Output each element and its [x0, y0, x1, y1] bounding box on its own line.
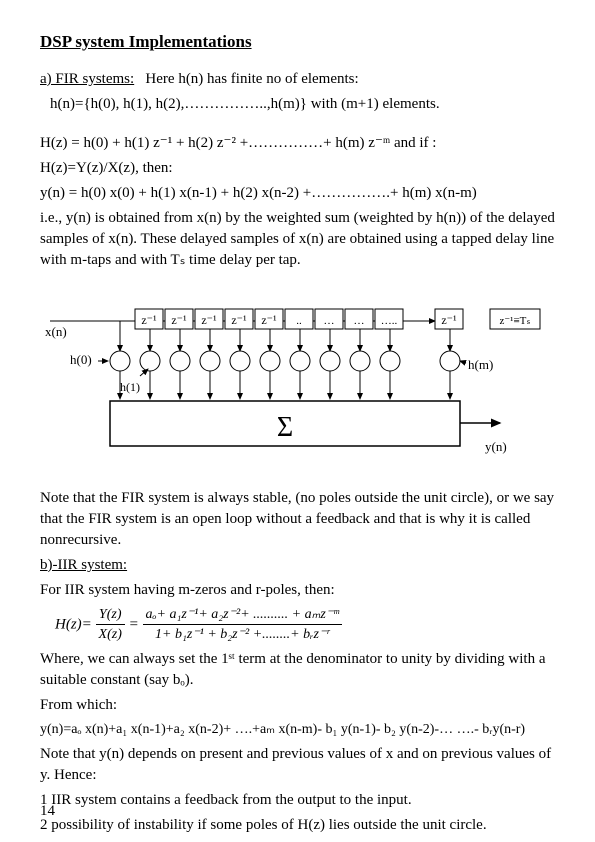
iir-note: Note that y(n) depends on present and pr…: [40, 744, 555, 786]
svg-text:h(0): h(0): [70, 352, 92, 367]
fir-intro: Here h(n) has finite no of elements:: [145, 71, 358, 87]
svg-text:z⁻¹: z⁻¹: [141, 313, 157, 327]
iir-from: From which:: [40, 695, 555, 716]
fir-hz1: H(z) = h(0) + h(1) z⁻¹ + h(2) z⁻² +………………: [40, 133, 555, 154]
fir-heading-line: a) FIR systems: Here h(n) has finite no …: [40, 69, 555, 90]
delay-boxes: z⁻¹ z⁻¹ z⁻¹ z⁻¹ z⁻¹ .. … … ….. z⁻¹: [135, 309, 463, 329]
page-number: 14: [40, 801, 55, 822]
svg-text:z⁻¹≡Tₛ: z⁻¹≡Tₛ: [499, 315, 530, 327]
svg-text:..: ..: [296, 315, 302, 327]
svg-text:Σ: Σ: [277, 412, 293, 443]
iir-hz-formula: H(z)= Y(z) X(z) = aₒ+ a₁z⁻¹+ a₂z⁻²+ ....…: [55, 605, 555, 645]
svg-text:…: …: [354, 315, 365, 327]
fir-hn: h(n)={h(0), h(1), h(2),……………..,h(m)} wit…: [50, 94, 555, 115]
svg-text:h(1): h(1): [120, 380, 140, 394]
svg-text:…..: …..: [381, 315, 398, 327]
iir-pt1: 1 IIR system contains a feedback from th…: [40, 790, 555, 811]
taps: [110, 321, 460, 399]
svg-text:y(n): y(n): [485, 439, 507, 454]
fir-diagram: z⁻¹ z⁻¹ z⁻¹ z⁻¹ z⁻¹ .. … … ….. z⁻¹ z⁻¹≡T…: [40, 291, 555, 468]
iir-pt2: 2 possibility of instability if some pol…: [40, 815, 555, 836]
svg-text:z⁻¹: z⁻¹: [231, 313, 247, 327]
iir-where: Where, we can always set the 1ˢᵗ term at…: [40, 649, 555, 691]
svg-text:h(m): h(m): [468, 357, 493, 372]
fir-explain: i.e., y(n) is obtained from x(n) by the …: [40, 208, 555, 271]
iir-heading: b)-IIR system:: [40, 555, 555, 576]
svg-text:z⁻¹: z⁻¹: [171, 313, 187, 327]
page-title: DSP system Implementations: [40, 30, 555, 54]
svg-text:z⁻¹: z⁻¹: [441, 313, 457, 327]
iir-intro: For IIR system having m-zeros and r-pole…: [40, 580, 555, 601]
svg-text:z⁻¹: z⁻¹: [261, 313, 277, 327]
fir-hz2: H(z)=Y(z)/X(z), then:: [40, 158, 555, 179]
svg-text:x(n): x(n): [45, 324, 67, 339]
iir-yn: y(n)=aₒ x(n)+a₁ x(n-1)+a₂ x(n-2)+ ….+aₘ …: [40, 720, 555, 740]
fir-yn: y(n) = h(0) x(0) + h(1) x(n-1) + h(2) x(…: [40, 183, 555, 204]
fir-heading: a) FIR systems:: [40, 71, 134, 87]
fir-note: Note that the FIR system is always stabl…: [40, 488, 555, 551]
svg-text:…: …: [324, 315, 335, 327]
svg-text:z⁻¹: z⁻¹: [201, 313, 217, 327]
